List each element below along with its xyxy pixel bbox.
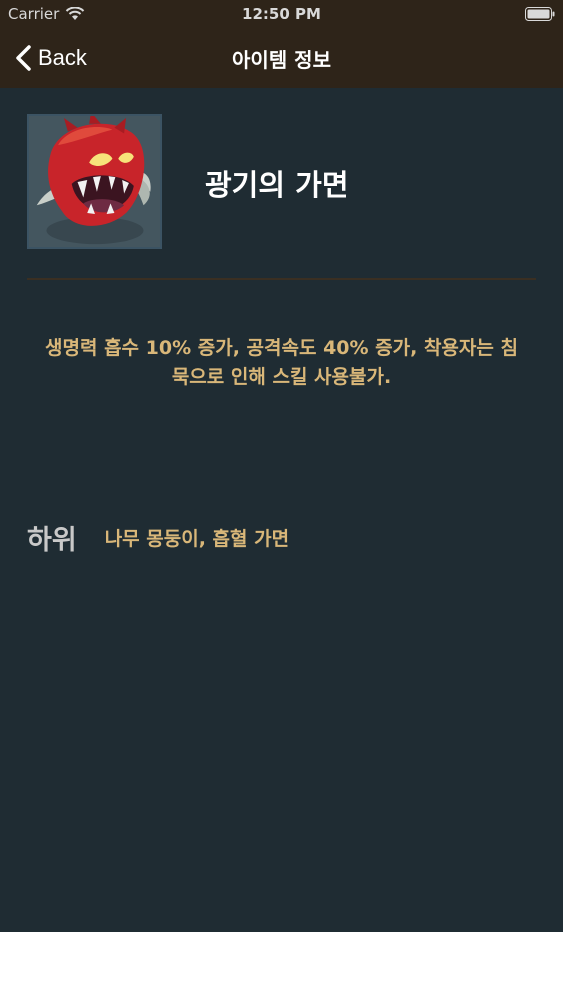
red-demon-mask-icon xyxy=(29,116,160,247)
components-row: 하위 나무 몽둥이, 흡혈 가면 xyxy=(27,518,289,557)
item-description: 생명력 흡수 10% 증가, 공격속도 40% 증가, 착용자는 침묵으로 인해… xyxy=(45,337,518,388)
components-value: 나무 몽둥이, 흡혈 가면 xyxy=(104,528,290,550)
navigation-bar: Back 아이템 정보 xyxy=(0,30,563,88)
components-label: 하위 xyxy=(27,525,77,556)
status-time: 12:50 PM xyxy=(242,5,321,23)
item-image xyxy=(27,114,162,249)
bottom-blank-area xyxy=(0,932,563,1000)
top-bar: Carrier 12:50 PM Back 아이템 정보 xyxy=(0,0,563,88)
item-detail-content: 광기의 가면 생명력 흡수 10% 증가, 공격속도 40% 증가, 착용자는 … xyxy=(0,88,563,932)
section-divider xyxy=(27,278,536,280)
item-name: 광기의 가면 xyxy=(205,168,349,202)
page-title: 아이템 정보 xyxy=(232,48,331,72)
status-bar: Carrier 12:50 PM xyxy=(0,0,563,30)
battery-icon xyxy=(525,7,555,21)
